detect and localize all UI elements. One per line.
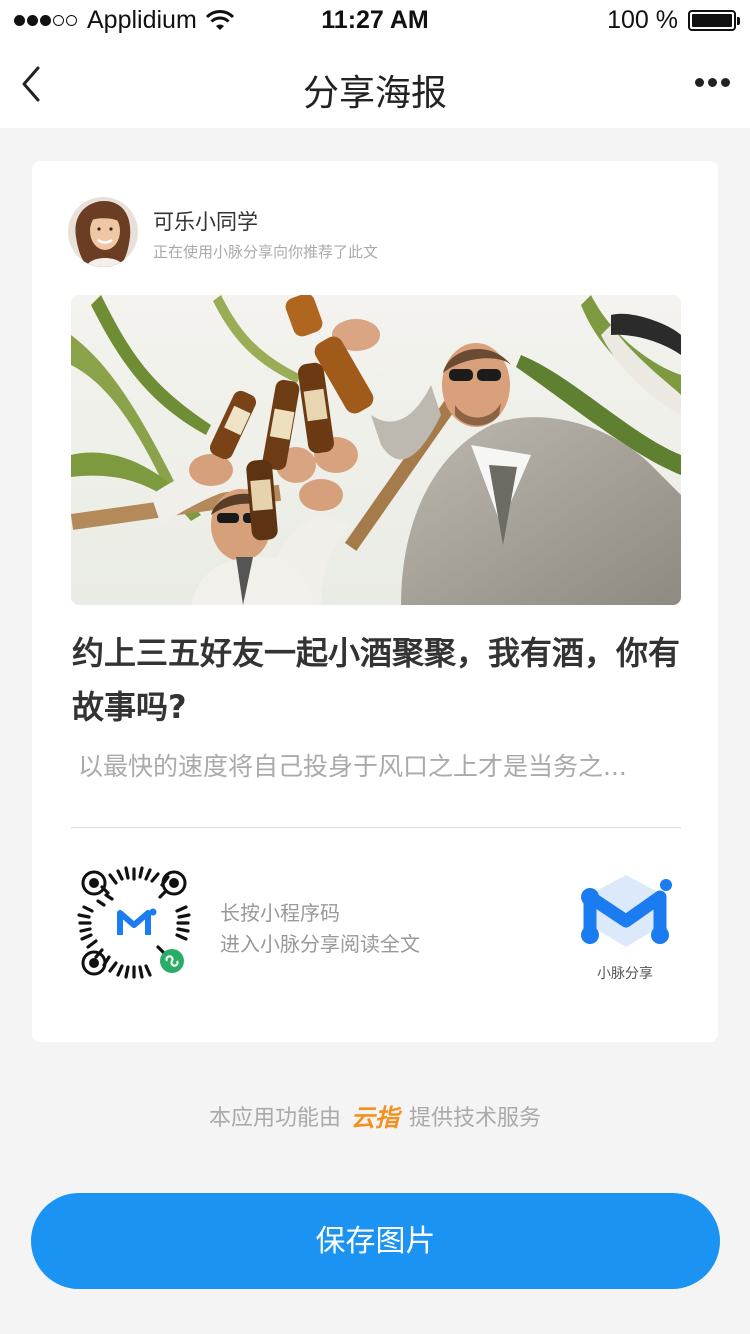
brand-name: 小脉分享 (597, 966, 653, 982)
article-cover-image (71, 295, 681, 605)
save-image-button[interactable]: 保存图片 (31, 1193, 720, 1289)
avatar (68, 197, 138, 267)
status-right: 100 % (607, 6, 740, 35)
nav-bar: 分享海报 (0, 40, 750, 128)
battery-icon (688, 10, 740, 31)
qr-hint-line1: 长按小程序码 (220, 901, 340, 925)
credit-brand-logo: 云指 (351, 1104, 399, 1132)
article-title: 约上三五好友一起小酒聚聚，我有酒，你有故事吗? (72, 634, 681, 726)
credit-prefix: 本应用功能由 (208, 1105, 341, 1131)
xiaomai-logo-icon (581, 875, 672, 947)
more-dots-icon[interactable] (691, 78, 730, 87)
article-description: 以最快的速度将自己投身于风口之上才是当务之... (78, 752, 627, 781)
qr-hint-line2: 进入小脉分享阅读全文 (220, 932, 420, 956)
status-bar: Applidium 11:27 AM 100 % (0, 0, 750, 40)
tech-credit: 本应用功能由 云指 提供技术服务 (0, 1098, 750, 1133)
credit-suffix: 提供技术服务 (409, 1105, 542, 1131)
page-title: 分享海报 (302, 73, 447, 114)
sharer-subtitle: 正在使用小脉分享向你推荐了此文 (153, 243, 379, 261)
poster-card: 可乐小同学 正在使用小脉分享向你推荐了此文 约上三五好友一起小酒聚聚，我有酒，你… (32, 161, 718, 1042)
battery-percent: 100 % (607, 6, 678, 34)
mini-program-code-icon[interactable] (76, 865, 192, 981)
divider (71, 827, 681, 828)
sharer-name: 可乐小同学 (153, 210, 258, 234)
